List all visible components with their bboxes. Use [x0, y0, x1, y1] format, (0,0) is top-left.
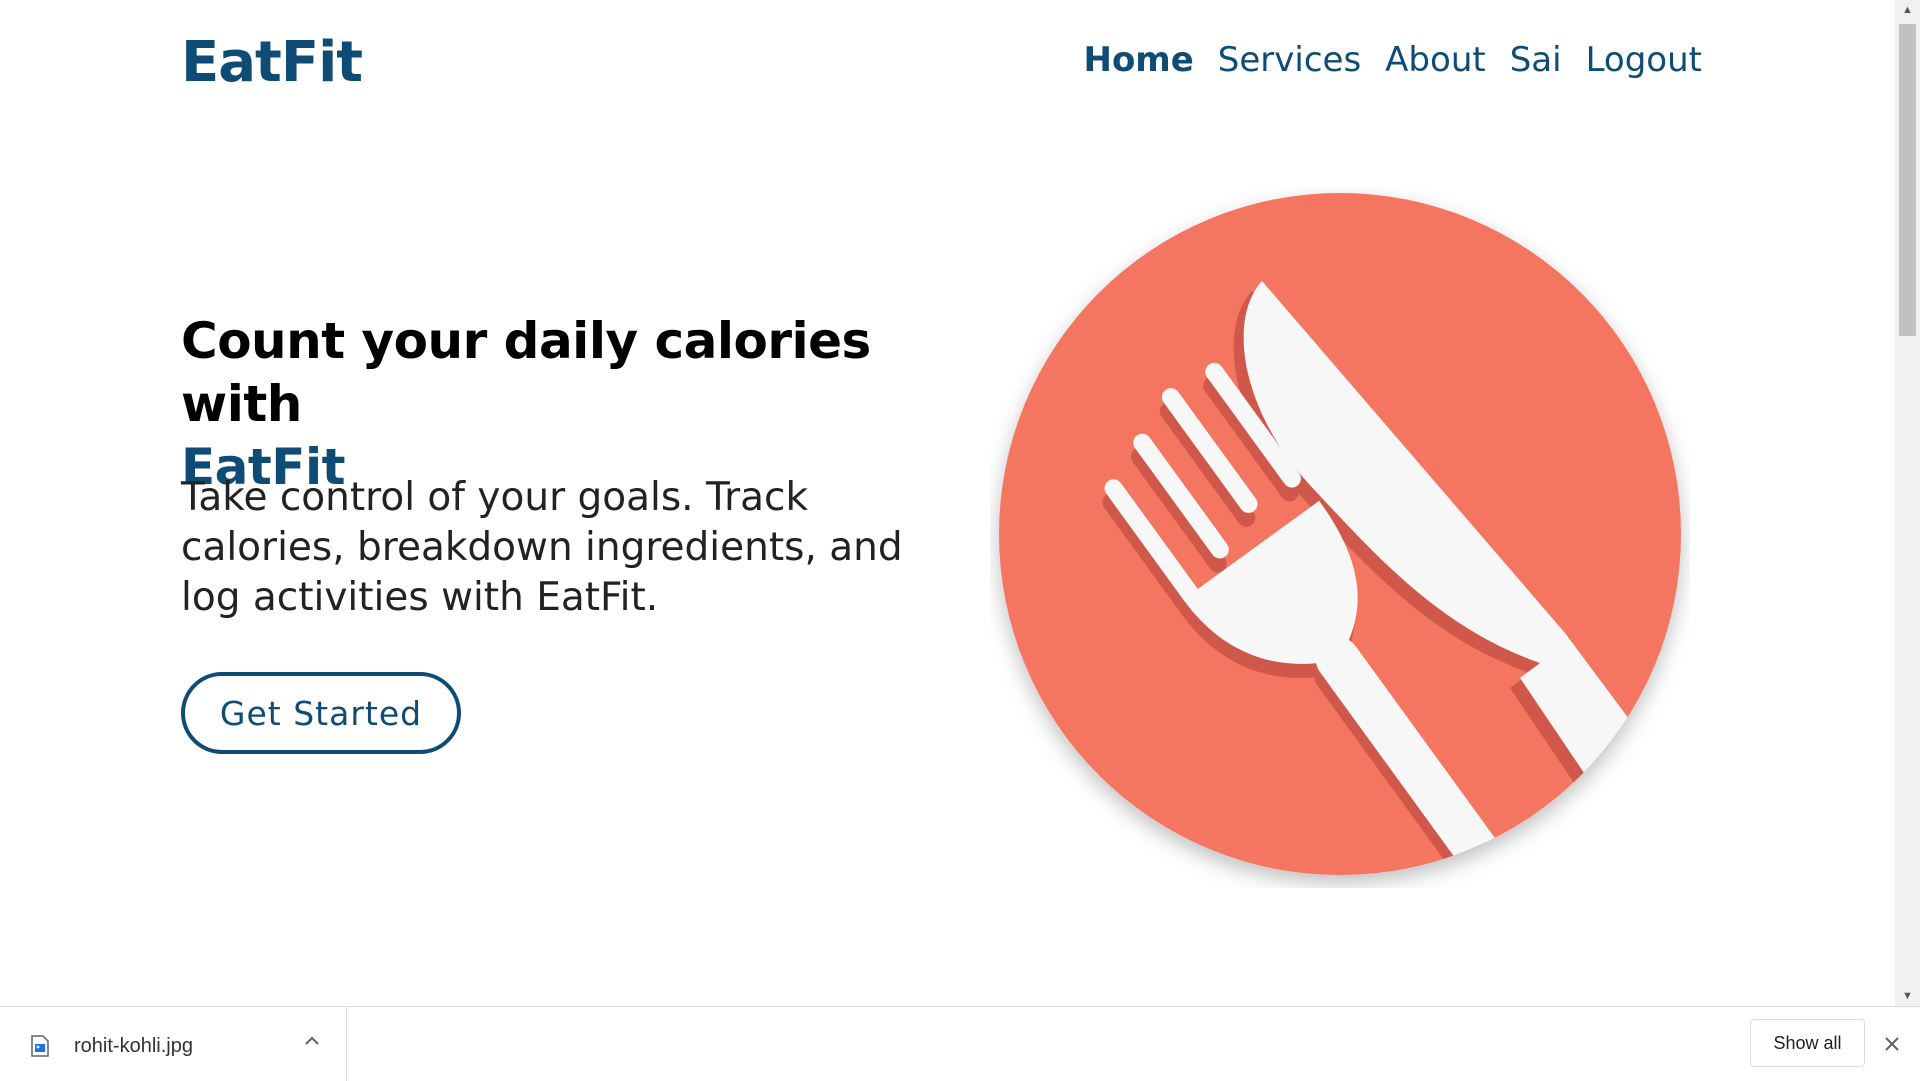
main-nav: Home Services About Sai Logout — [1083, 40, 1702, 80]
image-file-icon — [31, 1035, 49, 1057]
nav-services-link[interactable]: Services — [1218, 40, 1361, 80]
nav-about-link[interactable]: About — [1385, 40, 1486, 80]
download-filename[interactable]: rohit-kohli.jpg — [74, 1035, 193, 1058]
site-logo[interactable]: EatFit — [181, 30, 363, 95]
fork-knife-plate-icon — [999, 193, 1681, 875]
get-started-button[interactable]: Get Started — [181, 672, 461, 754]
show-all-button[interactable]: Show all — [1750, 1019, 1865, 1067]
chevron-up-icon[interactable] — [300, 1029, 324, 1053]
vertical-scrollbar[interactable]: ▲ ▼ — [1895, 0, 1920, 1006]
nav-user-link[interactable]: Sai — [1510, 40, 1562, 80]
download-bar: rohit-kohli.jpg Show all — [0, 1006, 1920, 1081]
hero-title-text: Count your daily calories with — [181, 312, 871, 433]
hero-title: Count your daily calories with EatFit — [181, 310, 981, 499]
page-viewport: EatFit Home Services About Sai Logout Co… — [0, 0, 1895, 1006]
nav-home-link[interactable]: Home — [1083, 40, 1193, 80]
download-item[interactable]: rohit-kohli.jpg — [0, 1007, 347, 1081]
nav-logout-link[interactable]: Logout — [1586, 40, 1702, 80]
close-icon[interactable] — [1882, 1034, 1902, 1054]
scroll-up-icon[interactable]: ▲ — [1895, 0, 1920, 20]
scrollbar-thumb[interactable] — [1899, 24, 1916, 336]
scroll-down-icon[interactable]: ▼ — [1895, 986, 1920, 1006]
hero-subtitle: Take control of your goals. Track calori… — [181, 475, 903, 620]
